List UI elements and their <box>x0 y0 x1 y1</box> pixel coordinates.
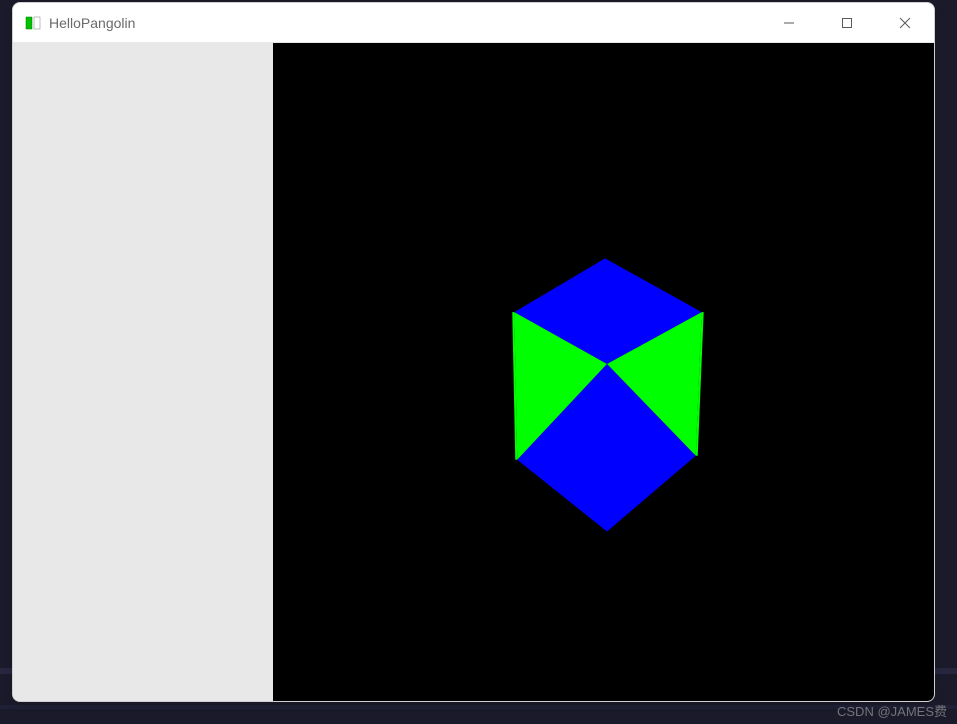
application-window: HelloPangolin <box>12 2 935 702</box>
minimize-icon <box>783 17 795 29</box>
window-title: HelloPangolin <box>49 15 760 31</box>
side-panel[interactable] <box>13 43 273 701</box>
minimize-button[interactable] <box>760 3 818 42</box>
client-area <box>13 43 934 701</box>
maximize-button[interactable] <box>818 3 876 42</box>
close-button[interactable] <box>876 3 934 42</box>
background-decoration <box>0 705 957 709</box>
3d-viewport[interactable] <box>273 43 934 701</box>
maximize-icon <box>841 17 853 29</box>
watermark-text: CSDN @JAMES费 <box>837 701 947 720</box>
rendered-cube <box>273 43 934 701</box>
close-icon <box>899 17 911 29</box>
window-controls <box>760 3 934 42</box>
app-icon <box>25 15 41 31</box>
titlebar[interactable]: HelloPangolin <box>13 3 934 43</box>
